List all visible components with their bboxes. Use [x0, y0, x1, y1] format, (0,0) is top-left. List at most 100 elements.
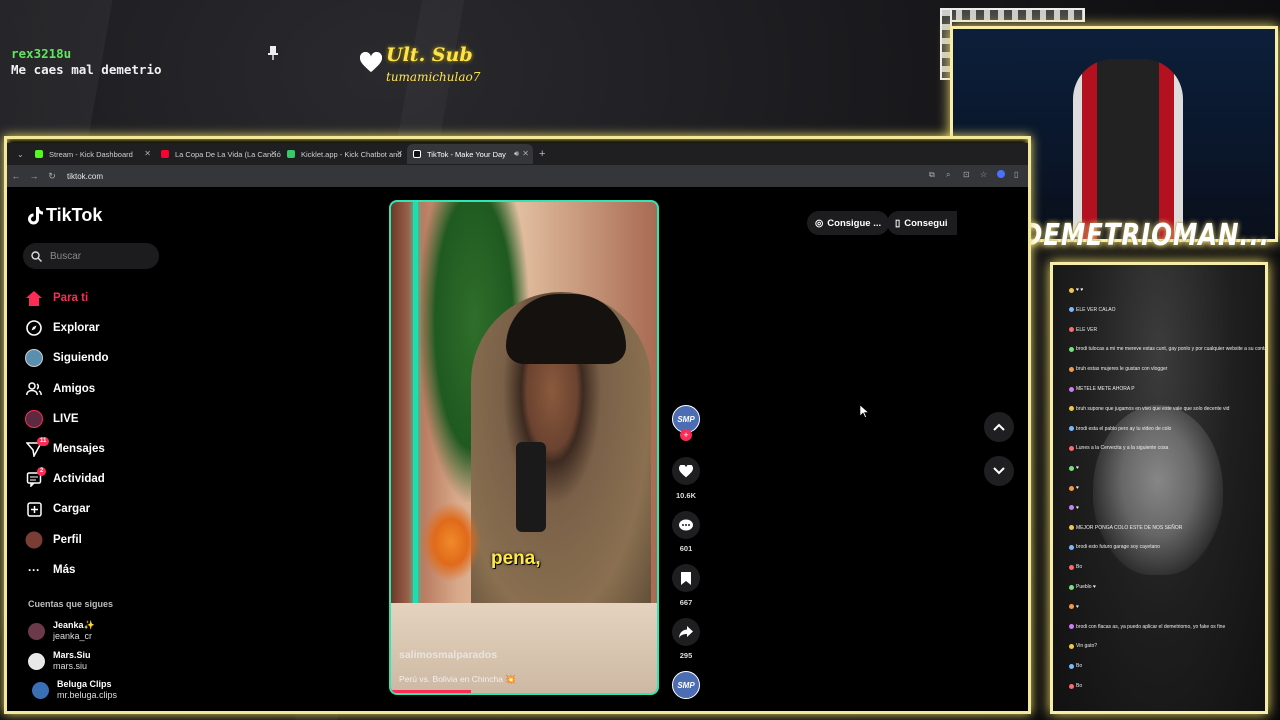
chat-message: Pueblo ♥	[1069, 584, 1096, 590]
sidebar-item-amigos[interactable]: Amigos	[25, 374, 109, 404]
button-label: Consegui	[904, 217, 948, 229]
account-name: Jeanka✨	[53, 620, 95, 630]
video-progress-bar[interactable]	[391, 690, 471, 693]
badge-icon	[1069, 485, 1074, 491]
side-panel-icon[interactable]: ▯	[1014, 170, 1022, 179]
sidebar-item-label: Siguiendo	[53, 352, 109, 365]
stream-chat-panel: ♥ ♥ ELE VER CALAO ELE VER brodi tulocas a m…	[1050, 262, 1268, 714]
sidebar-item-label: Para ti	[53, 292, 89, 305]
chat-message: ♥ ♥	[1069, 287, 1083, 293]
sidebar-item-siguiendo[interactable]: Siguiendo	[25, 343, 109, 373]
tiktok-favicon-icon	[413, 150, 421, 158]
badge-icon	[1069, 663, 1074, 669]
chat-message-text: Lunes a la Cervecita y a la siguiente co…	[1076, 445, 1169, 452]
sidebar-item-label: Más	[53, 563, 76, 576]
profile-icon	[25, 531, 43, 549]
sidebar-item-para-ti[interactable]: Para ti	[25, 283, 109, 313]
comment-icon	[679, 519, 693, 530]
tab-search-icon[interactable]: ⌄	[17, 150, 29, 159]
badge-icon	[1069, 327, 1074, 333]
get-desktop-app-button[interactable]: ▯ Consegui	[887, 211, 957, 235]
dragon-figurine	[421, 502, 481, 582]
forward-icon[interactable]: →	[25, 171, 43, 181]
following-account[interactable]: Jeanka✨ jeanka_cr	[28, 620, 95, 642]
chat-message-text: Bo	[1076, 663, 1083, 670]
video-player[interactable]: pena, salimosmalparados Perú vs. Bolivia…	[389, 200, 659, 695]
tab-label: La Copa De La Vida (La Canción	[175, 149, 281, 159]
overlay-chat-message: Me caes mal demetrio	[11, 62, 162, 77]
sidebar-item-mas[interactable]: ··· Más	[25, 555, 109, 585]
chat-message: ♥	[1069, 465, 1079, 471]
search-input[interactable]: Buscar	[23, 243, 159, 269]
badge-icon	[1069, 287, 1074, 293]
sidebar-item-explorar[interactable]: Explorar	[25, 313, 109, 343]
tab-label: Stream - Kick Dashboard	[49, 149, 133, 159]
chat-message-text: brodi esto futuro garage soy cayetano	[1076, 544, 1160, 551]
close-tab-icon[interactable]: ✕	[144, 149, 151, 158]
install-icon[interactable]: ⊡	[963, 170, 971, 179]
following-account[interactable]: Mars.Siu mars.siu	[28, 650, 91, 672]
get-app-button[interactable]: ◎ Consigue ...	[807, 211, 890, 235]
chat-message: bruh supone que jugamos en vivo que este…	[1069, 406, 1229, 412]
logo-text: TikTok	[46, 205, 103, 225]
close-tab-icon[interactable]: ✕	[270, 149, 277, 158]
chat-message-text: Bo	[1076, 564, 1083, 571]
chat-message-text: ♥	[1076, 603, 1079, 610]
compass-icon	[25, 319, 43, 337]
search-icon	[31, 250, 42, 262]
badge-icon	[1069, 346, 1074, 352]
sidebar-item-live[interactable]: LIVE	[25, 404, 109, 434]
translate-icon[interactable]: ⧉	[929, 170, 937, 179]
next-video-button[interactable]	[984, 456, 1014, 486]
comment-button[interactable]	[672, 511, 700, 539]
badge-icon	[1069, 564, 1074, 570]
badge-icon	[1069, 445, 1074, 451]
tab-tiktok[interactable]: TikTok - Make Your Day 🔊︎ ✕	[407, 144, 533, 164]
following-icon	[25, 349, 43, 368]
tab-label: Kicklet.app - Kick Chatbot and	[301, 149, 402, 159]
badge-icon	[1069, 525, 1074, 531]
tab-kicklet[interactable]: Kicklet.app - Kick Chatbot and ✕	[281, 144, 407, 164]
bookmark-star-icon[interactable]: ☆	[980, 170, 988, 179]
share-button[interactable]	[672, 618, 700, 646]
music-disc[interactable]: SMP	[672, 671, 700, 699]
like-button[interactable]	[672, 457, 700, 485]
last-sub-title: Ult. Sub	[386, 44, 473, 66]
chat-message: MEJOR PONGA COLO ESTE DE NOS SEÑOR	[1069, 525, 1182, 531]
chat-message: brodi con flacas as, ya puedo aplicar el…	[1069, 624, 1225, 630]
badge-icon	[1069, 544, 1074, 550]
reload-icon[interactable]: ↻	[43, 171, 61, 182]
close-tab-icon[interactable]: ✕	[396, 149, 403, 158]
chat-message-text: ELE VER	[1076, 326, 1098, 333]
save-button[interactable]	[672, 564, 700, 592]
close-tab-icon[interactable]: ✕	[522, 149, 529, 158]
chat-message-text: ♥	[1076, 504, 1079, 511]
new-tab-button[interactable]: +	[539, 148, 545, 160]
video-username[interactable]: salimosmalparados	[399, 649, 497, 661]
gaming-chair	[1073, 59, 1183, 239]
extension-icon[interactable]	[997, 170, 1005, 178]
sidebar-item-perfil[interactable]: Perfil	[25, 525, 109, 555]
tab-kick-dashboard[interactable]: Stream - Kick Dashboard ✕	[29, 144, 155, 164]
comment-count: 601	[679, 544, 693, 553]
overlay-chat-user: rex3218u	[11, 46, 72, 61]
chat-message-text: bruh estas mujeres le gustan con vlogger	[1076, 366, 1168, 373]
sidebar-item-mensajes[interactable]: 11 Mensajes	[25, 434, 109, 464]
tiktok-logo[interactable]: TikTok	[27, 205, 102, 226]
chat-message: ♥	[1069, 604, 1079, 610]
speaker-icon[interactable]: 🔊︎	[514, 149, 519, 159]
previous-video-button[interactable]	[984, 412, 1014, 442]
zoom-icon[interactable]: ⌕	[946, 170, 954, 179]
messages-badge: 11	[37, 436, 50, 446]
url-field[interactable]: tiktok.com	[67, 172, 103, 181]
tab-youtube[interactable]: La Copa De La Vida (La Canción ✕	[155, 144, 281, 164]
sidebar-item-actividad[interactable]: 2 Actividad	[25, 464, 109, 494]
avatar	[32, 681, 49, 699]
following-account[interactable]: Beluga Clips mr.beluga.clips	[32, 679, 117, 701]
follow-plus-icon[interactable]: +	[680, 429, 692, 441]
chat-message: ♥	[1069, 485, 1079, 491]
badge-icon	[1069, 643, 1074, 649]
back-icon[interactable]: ←	[7, 171, 25, 181]
upload-icon	[25, 500, 43, 518]
sidebar-item-cargar[interactable]: Cargar	[25, 494, 109, 524]
